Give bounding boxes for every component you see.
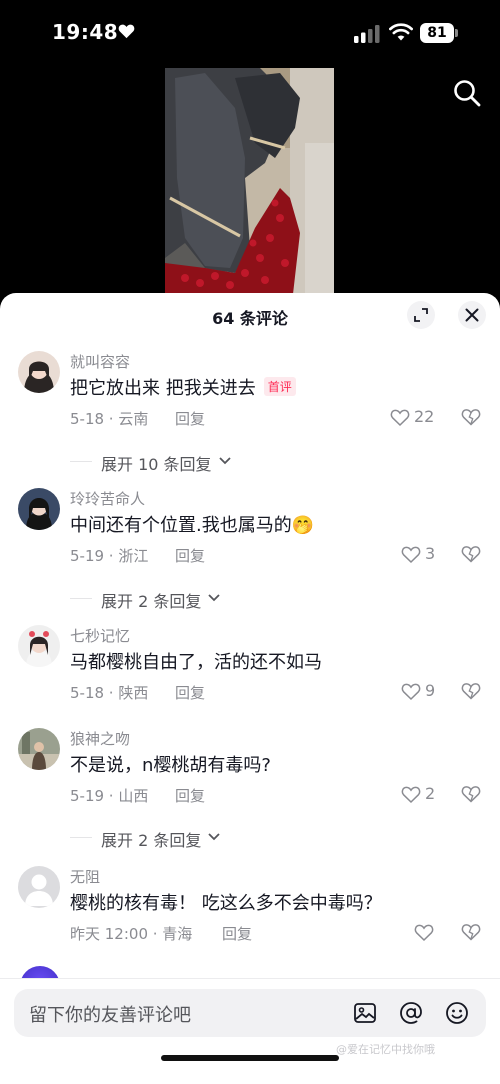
avatar[interactable] — [18, 625, 60, 667]
comment-text: 把它放出来 把我关进去 首评 — [70, 374, 296, 400]
first-comment-badge: 首评 — [263, 377, 296, 396]
comment-username[interactable]: 七秒记忆 — [70, 625, 130, 646]
avatar[interactable] — [18, 866, 60, 908]
comment-input-placeholder: 留下你的友善评论吧 — [29, 1005, 191, 1026]
like-count: 9 — [425, 681, 436, 700]
comment-text: 不是说，n樱桃胡有毒吗? — [70, 755, 271, 776]
dislike-heart-icon[interactable] — [461, 784, 481, 804]
reply-button[interactable]: 回复 — [222, 923, 252, 944]
chevron-down-icon — [219, 457, 231, 465]
like-heart-icon — [401, 683, 421, 701]
like-count: 3 — [425, 544, 436, 563]
watermark: @爱在记忆中找你哦 — [336, 1043, 435, 1056]
expand-button[interactable] — [407, 301, 435, 329]
comment-text: 马都樱桃自由了，活的还不如马 — [70, 652, 322, 673]
avatar[interactable] — [18, 488, 60, 530]
dislike-heart-icon[interactable] — [461, 681, 481, 701]
search-icon[interactable] — [452, 78, 482, 108]
comment-username[interactable]: 狼神之吻 — [70, 728, 130, 749]
like-count: 2 — [425, 784, 436, 803]
emoji-icon[interactable] — [445, 1001, 469, 1025]
close-icon — [465, 308, 479, 322]
comment-text: 中间还有个位置.我也属马的🤭 — [70, 515, 315, 536]
comment-date-location: 5-19 · 山西 — [70, 787, 149, 805]
comment-username[interactable]: 无阻 — [70, 866, 100, 887]
dislike-heart-icon[interactable] — [461, 544, 481, 564]
expand-replies-label: 展开 2 条回复 — [101, 831, 202, 850]
comment-text-content: 把它放出来 把我关进去 — [70, 378, 256, 399]
cellular-signal-icon — [354, 25, 380, 43]
avatar[interactable] — [18, 728, 60, 770]
reply-button[interactable]: 回复 — [175, 785, 205, 806]
comment-date-location: 5-19 · 浙江 — [70, 547, 149, 565]
comment-username[interactable]: 就叫容容 — [70, 351, 130, 372]
comment-date-location: 5-18 · 云南 — [70, 410, 149, 428]
reply-button[interactable]: 回复 — [175, 545, 205, 566]
heart-icon — [118, 24, 135, 39]
home-indicator — [161, 1055, 339, 1061]
comment-date-location: 昨天 12:00 · 青海 — [70, 925, 193, 943]
avatar[interactable] — [18, 351, 60, 393]
chevron-down-icon — [208, 594, 220, 602]
comment-username[interactable]: 玲玲苦命人 — [70, 488, 145, 509]
status-bar: 19:48 81 — [0, 0, 500, 66]
like-heart-icon — [401, 546, 421, 564]
comment-input-bar: 留下你的友善评论吧 @爱在记忆中找你哦 — [0, 978, 500, 1084]
status-time: 19:48 — [52, 20, 119, 44]
image-icon[interactable] — [353, 1001, 377, 1025]
battery-level: 81 — [427, 25, 447, 41]
reply-button[interactable]: 回复 — [175, 408, 205, 429]
dislike-heart-icon[interactable] — [461, 922, 481, 942]
wifi-icon — [389, 23, 413, 41]
comment-input[interactable]: 留下你的友善评论吧 — [14, 989, 486, 1037]
video-player[interactable] — [165, 68, 334, 294]
mention-icon[interactable] — [399, 1001, 423, 1025]
like-heart-icon — [414, 924, 434, 942]
comment-text: 樱桃的核有毒！ 吃这么多不会中毒吗？ — [70, 893, 382, 914]
like-count: 22 — [414, 407, 435, 426]
chevron-down-icon — [208, 833, 220, 841]
video-frame-image — [165, 68, 334, 294]
reply-button[interactable]: 回复 — [175, 682, 205, 703]
comment-date-location: 5-18 · 陕西 — [70, 684, 149, 702]
expand-replies-label: 展开 10 条回复 — [101, 455, 212, 474]
close-button[interactable] — [458, 301, 486, 329]
dislike-heart-icon[interactable] — [461, 407, 481, 427]
expand-icon — [414, 308, 428, 322]
expand-replies-label: 展开 2 条回复 — [101, 592, 202, 611]
like-heart-icon — [401, 786, 421, 804]
comments-sheet: 64 条评论 就叫容容 把它放出来 把我关进去 首评 5-18 · 云南 回复 2… — [0, 293, 500, 1084]
battery-icon: 81 — [420, 23, 460, 43]
like-heart-icon — [390, 409, 410, 427]
